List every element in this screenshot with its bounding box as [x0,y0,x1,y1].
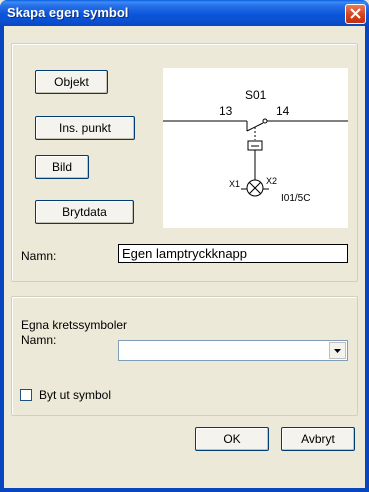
close-button[interactable] [345,4,366,24]
close-icon [350,8,361,19]
symbol-preview: S01 13 14 X1 X2 I01/5C [163,68,348,228]
window-frame-bottom [0,488,369,492]
bild-button[interactable]: Bild [35,155,89,179]
title-bar[interactable]: Skapa egen symbol [0,0,369,26]
replace-symbol-label: Byt ut symbol [39,388,112,402]
push-button-lamp-symbol: S01 13 14 X1 X2 I01/5C [163,88,348,204]
brytdata-button[interactable]: Brytdata [35,200,134,224]
left-terminal-label: 13 [219,104,233,118]
circuit-name-label: Namn: [21,333,57,347]
name-label: Namn: [21,249,57,263]
ins-punkt-button[interactable]: Ins. punkt [35,116,135,140]
circuit-symbol-select[interactable] [118,340,348,361]
replace-symbol-checkbox[interactable] [20,389,32,401]
symbol-ref-label: S01 [245,88,267,102]
objekt-button[interactable]: Objekt [35,70,108,94]
dropdown-button[interactable] [329,342,346,359]
chevron-down-icon [334,349,341,353]
ok-button[interactable]: OK [195,427,269,451]
window-title: Skapa egen symbol [7,5,129,20]
lamp-terminal-x1: X1 [229,179,240,189]
window-frame-right [365,26,369,492]
switch-contact [163,118,348,180]
right-terminal-label: 14 [276,104,290,118]
lamp-symbol [241,179,269,197]
cancel-button[interactable]: Avbryt [281,427,355,451]
circuit-symbols-heading: Egna kretssymboler [21,318,128,332]
lamp-terminal-x2: X2 [266,176,277,186]
name-input[interactable]: Egen lamptryckknapp [118,244,348,263]
lamp-reference-label: I01/5C [281,193,310,204]
window-frame-left [0,26,4,492]
